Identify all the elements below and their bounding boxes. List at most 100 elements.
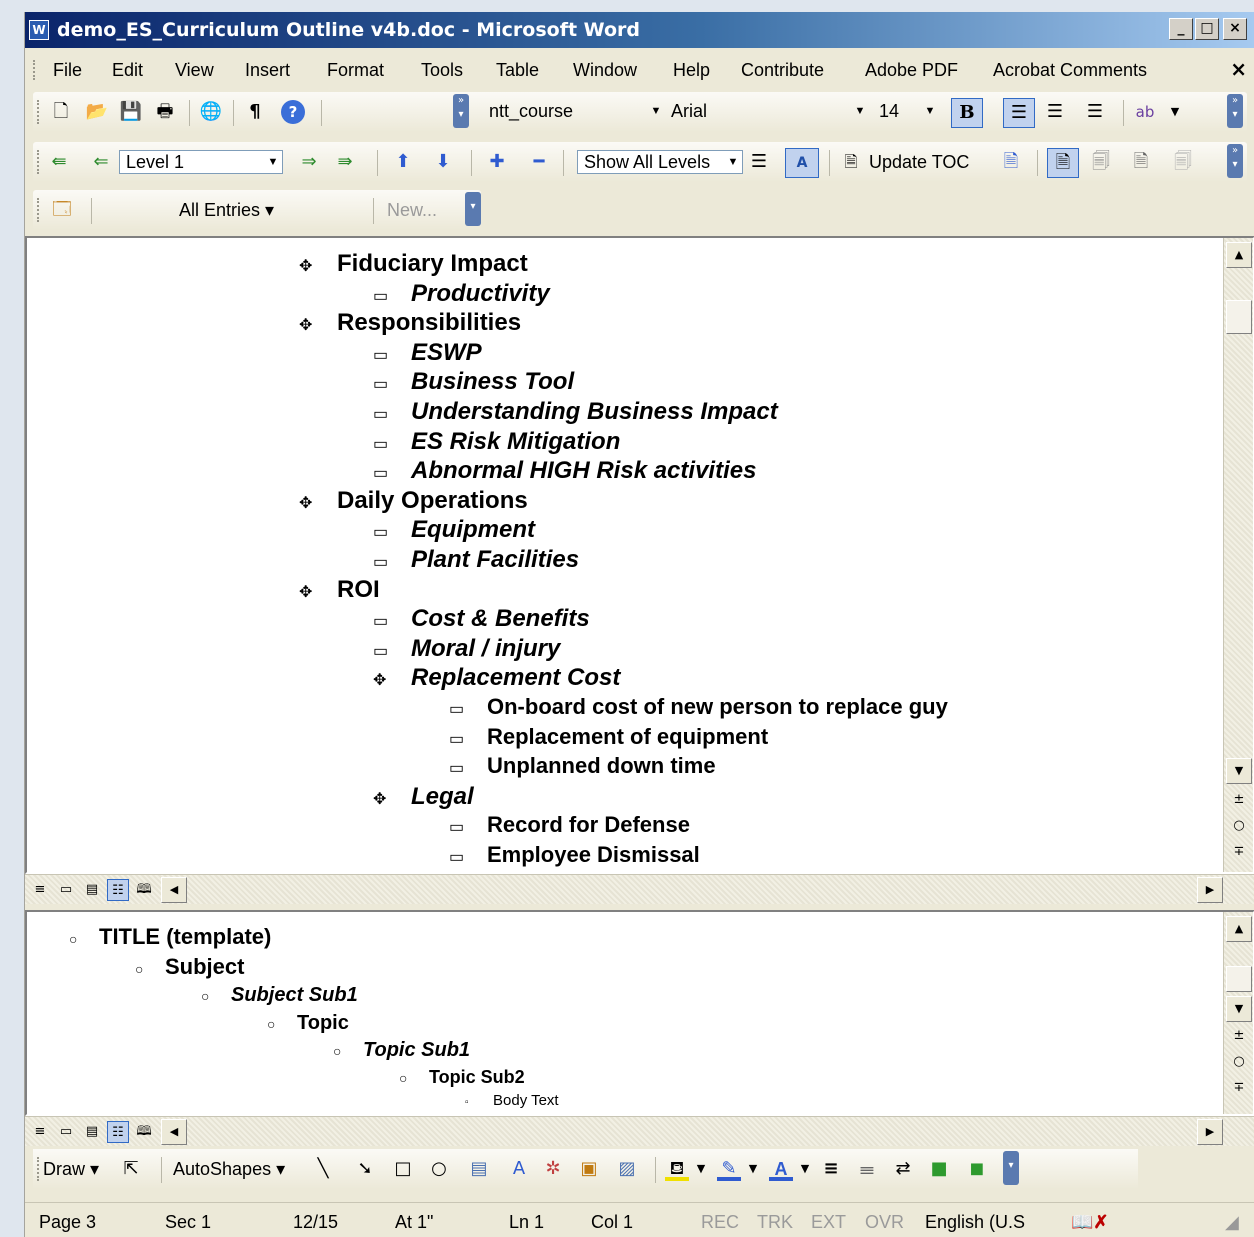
no-subtext-icon[interactable]: ▭	[373, 434, 411, 454]
update-toc-button[interactable]: Update TOC	[869, 152, 969, 173]
scroll-thumb[interactable]	[1226, 966, 1252, 992]
no-subtext-icon[interactable]: ▭	[449, 758, 487, 778]
menu-view[interactable]: View	[175, 60, 214, 81]
draw-menu-button[interactable]: Draw ▾	[43, 1159, 99, 1180]
template-outline-pane[interactable]: ○ TITLE (template) ○ Subject ○ Subject Sub1 ○ T…	[25, 910, 1254, 1116]
template-outline-item[interactable]: ▫ Body Text	[465, 1092, 559, 1109]
normal-view-icon[interactable]: ≡	[29, 1121, 51, 1143]
menu-adobe-pdf[interactable]: Adobe PDF	[865, 60, 958, 81]
expand-heading-icon[interactable]: ✥	[299, 315, 337, 335]
no-subtext-icon[interactable]: ▭	[449, 847, 487, 867]
line-style-icon[interactable]: ≡	[819, 1157, 843, 1181]
outline-item[interactable]: ▭ Understanding Business Impact	[373, 398, 778, 426]
maximize-button[interactable]: □	[1195, 18, 1219, 40]
menu-tools[interactable]: Tools	[421, 60, 463, 81]
outline-item[interactable]: ▭ Unplanned down time	[449, 753, 716, 779]
no-subtext-icon[interactable]: ▭	[373, 641, 411, 661]
show-hide-pilcrow-icon[interactable]: ¶	[243, 100, 267, 124]
scroll-down-arrow-icon[interactable]: ▼	[1226, 996, 1252, 1022]
normal-view-icon[interactable]: ≡	[29, 879, 51, 901]
dropdown-arrow-icon[interactable]: ▼	[851, 100, 869, 122]
scroll-up-arrow-icon[interactable]: ▲	[1226, 916, 1252, 942]
autotext-icon[interactable]: 🗔	[47, 198, 77, 222]
font-color-dropdown-icon[interactable]: ▼	[793, 1157, 817, 1181]
shadow-style-icon[interactable]: ■	[927, 1157, 951, 1181]
show-formatting-icon[interactable]: A	[785, 148, 819, 178]
template-outline-item[interactable]: ○ Topic Sub1	[333, 1039, 470, 1062]
expand-heading-icon[interactable]: ✥	[299, 256, 337, 276]
scroll-thumb[interactable]	[1226, 300, 1252, 334]
expand-heading-icon[interactable]: ✥	[373, 789, 411, 809]
menu-window[interactable]: Window	[573, 60, 637, 81]
show-first-line-only-icon[interactable]: ☰	[747, 150, 771, 174]
autoshapes-menu-button[interactable]: AutoShapes ▾	[173, 1159, 285, 1180]
previous-page-icon[interactable]: ±	[1224, 792, 1254, 807]
move-down-icon[interactable]: ⬇	[431, 150, 455, 174]
menu-contribute[interactable]: Contribute	[741, 60, 824, 81]
web-layout-view-icon[interactable]: ▭	[55, 1121, 77, 1143]
open-folder-icon[interactable]: 📂	[85, 100, 109, 124]
research-globe-icon[interactable]: 🌐	[199, 100, 223, 124]
remove-subdocument-icon[interactable]: 🗐	[1171, 150, 1195, 174]
next-page-icon[interactable]: ∓	[1224, 844, 1254, 859]
outline-item[interactable]: ▭ Plant Facilities	[373, 546, 579, 574]
diagram-icon[interactable]: ✲	[541, 1157, 565, 1181]
outline-item[interactable]: ▭ Equipment	[373, 516, 535, 544]
template-outline-item[interactable]: ○ Subject Sub1	[201, 984, 358, 1007]
outline-view-icon[interactable]: ☷	[107, 879, 129, 901]
toolbar-options-chevron-icon[interactable]: ▾	[1003, 1151, 1019, 1185]
menu-edit[interactable]: Edit	[112, 60, 143, 81]
toolbar-grip-handle[interactable]	[37, 198, 40, 222]
line-color-icon[interactable]: ✎	[717, 1157, 741, 1181]
outline-item[interactable]: ▭ Moral / injury	[373, 635, 560, 663]
no-subtext-icon[interactable]: ▭	[373, 286, 411, 306]
select-browse-object-icon[interactable]: ○	[1224, 818, 1254, 833]
status-ovr[interactable]: OVR	[865, 1212, 904, 1233]
new-autotext-button[interactable]: New...	[387, 200, 437, 221]
no-subtext-icon[interactable]: ▭	[449, 699, 487, 719]
template-outline-item[interactable]: ○ Topic	[267, 1012, 349, 1035]
web-layout-view-icon[interactable]: ▭	[55, 879, 77, 901]
close-document-icon[interactable]: ×	[1230, 57, 1247, 81]
outline-item[interactable]: ▭ Business Tool	[373, 368, 574, 396]
select-browse-object-icon[interactable]: ○	[1224, 1054, 1254, 1069]
menu-format[interactable]: Format	[327, 60, 384, 81]
save-icon[interactable]: 💾	[119, 100, 143, 124]
line-color-dropdown-icon[interactable]: ▼	[741, 1157, 765, 1181]
align-right-icon[interactable]: ☰	[1083, 100, 1107, 124]
no-subtext-icon[interactable]: ▭	[449, 817, 487, 837]
reading-layout-view-icon[interactable]: 🕮	[133, 1121, 155, 1143]
outline-item[interactable]: ✥ Legal	[373, 783, 474, 811]
print-layout-view-icon[interactable]: ▤	[81, 1121, 103, 1143]
template-outline-item[interactable]: ○ TITLE (template)	[69, 924, 271, 950]
highlight-dropdown-icon[interactable]: ▼	[1163, 100, 1187, 124]
outline-item[interactable]: ▭ On-board cost of new person to replace …	[449, 694, 948, 720]
menu-help[interactable]: Help	[673, 60, 710, 81]
scroll-right-arrow-icon[interactable]: ▶	[1197, 877, 1223, 903]
update-toc-icon[interactable]: 🗎	[839, 150, 863, 174]
heading-bullet-icon[interactable]: ○	[267, 1016, 297, 1032]
expand-heading-icon[interactable]: ✥	[299, 493, 337, 513]
rectangle-tool-icon[interactable]: □	[391, 1157, 415, 1181]
promote-icon[interactable]: ⇐	[89, 150, 113, 174]
all-entries-dropdown[interactable]: All Entries ▾	[179, 200, 274, 221]
select-objects-cursor-icon[interactable]: ⇱	[119, 1157, 143, 1181]
previous-page-icon[interactable]: ±	[1224, 1028, 1254, 1043]
resize-grip-icon[interactable]: ◢	[1225, 1212, 1239, 1233]
reading-layout-view-icon[interactable]: 🕮	[133, 879, 155, 901]
toolbar-options-chevron-icon[interactable]: » ▾	[1227, 144, 1243, 178]
scroll-left-arrow-icon[interactable]: ◀	[161, 877, 187, 903]
align-center-icon[interactable]: ☰	[1043, 100, 1067, 124]
scroll-down-arrow-icon[interactable]: ▼	[1226, 758, 1252, 784]
minimize-button[interactable]: _	[1169, 18, 1193, 40]
go-to-toc-icon[interactable]: 🗎	[999, 150, 1023, 174]
dropdown-arrow-icon[interactable]: ▼	[921, 100, 939, 122]
font-color-icon[interactable]: A	[769, 1157, 793, 1181]
expand-heading-icon[interactable]: ✥	[373, 670, 411, 690]
demote-icon[interactable]: ⇒	[297, 150, 321, 174]
no-subtext-icon[interactable]: ▭	[373, 611, 411, 631]
dropdown-arrow-icon[interactable]: ▼	[264, 151, 282, 173]
no-subtext-icon[interactable]: ▭	[373, 522, 411, 542]
outline-item[interactable]: ✥ Responsibilities	[299, 309, 521, 337]
arrow-tool-icon[interactable]: ➘	[353, 1157, 377, 1181]
